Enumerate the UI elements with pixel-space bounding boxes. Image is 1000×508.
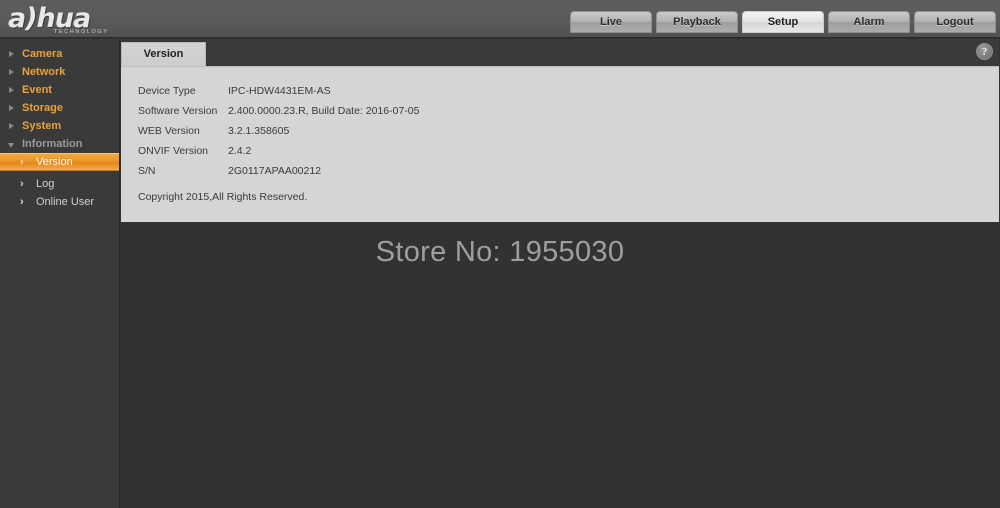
sidebar-item-storage[interactable]: Storage bbox=[0, 99, 119, 117]
tab-version[interactable]: Version bbox=[121, 42, 206, 66]
top-header-bar: a)hua TECHNOLOGY Live Playback Setup Ala… bbox=[0, 0, 1000, 38]
chevron-right-icon bbox=[9, 105, 14, 111]
sidebar-item-label: System bbox=[22, 120, 62, 132]
table-row: ONVIF Version 2.4.2 bbox=[138, 141, 419, 161]
tab-logout[interactable]: Logout bbox=[914, 11, 996, 33]
tab-alarm[interactable]: Alarm bbox=[828, 11, 910, 33]
sidebar-subitem-label: Log bbox=[36, 178, 55, 190]
copyright-text: Copyright 2015,All Rights Reserved. bbox=[138, 191, 308, 203]
row-label-onvif-version: ONVIF Version bbox=[138, 145, 209, 157]
tab-setup[interactable]: Setup bbox=[742, 11, 824, 33]
sidebar-item-camera[interactable]: Camera bbox=[0, 45, 119, 63]
row-value-web-version: 3.2.1.358605 bbox=[228, 125, 290, 137]
sidebar-subitem-version[interactable]: › Version bbox=[0, 153, 119, 171]
version-info-panel: Device Type IPC-HDW4431EM-AS Software Ve… bbox=[121, 66, 999, 222]
top-nav-tabs: Live Playback Setup Alarm Logout bbox=[570, 11, 996, 33]
version-info-table: Device Type IPC-HDW4431EM-AS Software Ve… bbox=[138, 81, 419, 181]
row-label-web-version: WEB Version bbox=[138, 125, 200, 137]
table-row: WEB Version 3.2.1.358605 bbox=[138, 121, 419, 141]
table-row: Software Version 2.400.0000.23.R, Build … bbox=[138, 101, 419, 121]
sidebar-item-label: Network bbox=[22, 66, 66, 78]
sidebar-item-event[interactable]: Event bbox=[0, 81, 119, 99]
help-icon[interactable]: ? bbox=[976, 43, 993, 60]
sidebar-item-information[interactable]: Information bbox=[0, 135, 119, 153]
chevron-right-icon bbox=[9, 51, 14, 57]
row-label-device-type: Device Type bbox=[138, 85, 196, 97]
table-row: S/N 2G0117APAA00212 bbox=[138, 161, 419, 181]
row-value-device-type: IPC-HDW4431EM-AS bbox=[228, 85, 331, 97]
sidebar-item-label: Storage bbox=[22, 102, 63, 114]
panel-tab-bar: Version ? bbox=[121, 39, 999, 66]
chevron-right-icon: › bbox=[20, 178, 24, 190]
sidebar-subitem-label: Version bbox=[36, 156, 73, 168]
sidebar-item-network[interactable]: Network bbox=[0, 63, 119, 81]
tab-playback[interactable]: Playback bbox=[656, 11, 738, 33]
chevron-right-icon bbox=[9, 87, 14, 93]
sidebar-subitem-label: Online User bbox=[36, 196, 95, 208]
row-value-onvif-version: 2.4.2 bbox=[228, 145, 252, 157]
sidebar-item-label: Information bbox=[22, 138, 83, 150]
app-window: a)hua TECHNOLOGY Live Playback Setup Ala… bbox=[0, 0, 1000, 508]
sidebar-item-label: Camera bbox=[22, 48, 63, 60]
logo-tagline: TECHNOLOGY bbox=[54, 29, 109, 35]
row-label-software-version: Software Version bbox=[138, 105, 218, 117]
chevron-down-icon bbox=[8, 143, 14, 148]
sidebar: Camera Network Event Storage System Info… bbox=[0, 39, 120, 508]
chevron-right-icon: › bbox=[20, 196, 24, 208]
chevron-right-icon bbox=[9, 69, 14, 75]
row-value-software-version: 2.400.0000.23.R, Build Date: 2016-07-05 bbox=[228, 105, 420, 117]
chevron-right-icon: › bbox=[20, 156, 24, 168]
sidebar-item-system[interactable]: System bbox=[0, 117, 119, 135]
dahua-logo: a)hua TECHNOLOGY bbox=[8, 1, 128, 37]
sidebar-subitem-log[interactable]: › Log bbox=[0, 175, 119, 193]
tab-live[interactable]: Live bbox=[570, 11, 652, 33]
row-label-sn: S/N bbox=[138, 165, 156, 177]
row-value-sn: 2G0117APAA00212 bbox=[228, 165, 322, 177]
sidebar-item-label: Event bbox=[22, 84, 52, 96]
table-row: Device Type IPC-HDW4431EM-AS bbox=[138, 81, 419, 101]
sidebar-subitem-online-user[interactable]: › Online User bbox=[0, 193, 119, 211]
chevron-right-icon bbox=[9, 123, 14, 129]
store-watermark: Store No: 1955030 bbox=[375, 236, 625, 268]
